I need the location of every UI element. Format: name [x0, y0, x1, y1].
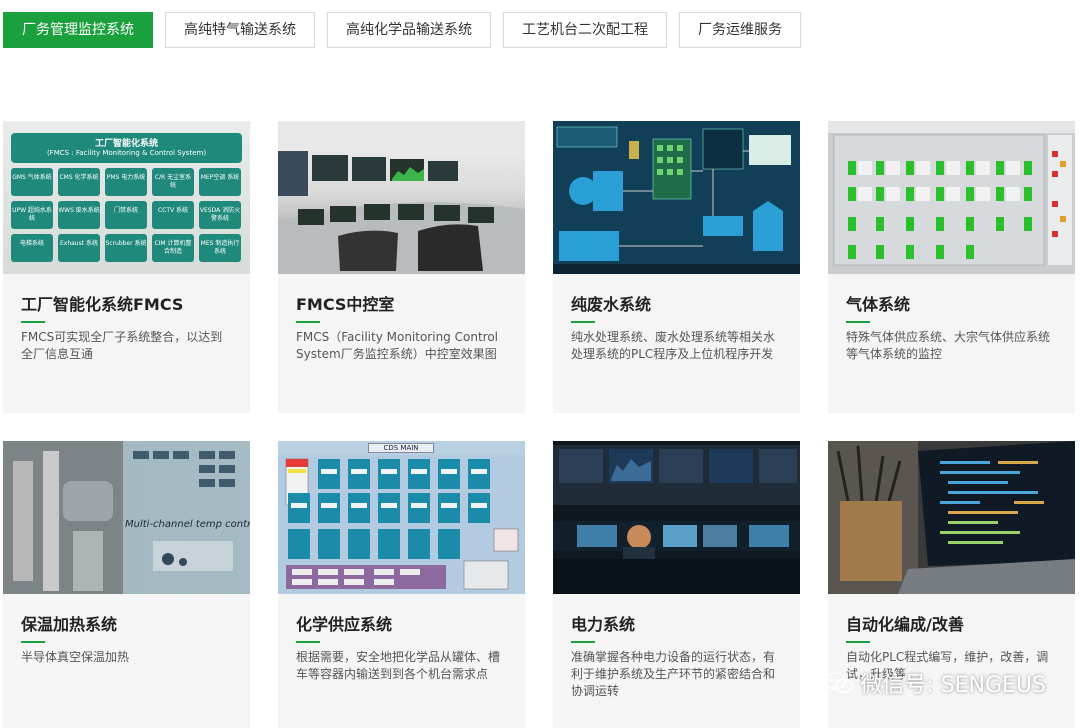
heating-image: Multi-channel temp control	[3, 441, 250, 594]
card-description: 特殊气体供应系统、大宗气体供应系统等气体系统的监控	[846, 330, 1051, 361]
card-power[interactable]: 电力系统 准确掌握各种电力设备的运行状态，有利于维护系统及生产环节的紧密结合和协…	[553, 441, 800, 728]
fmcs-module: VESDA 消防火警系统	[199, 201, 241, 229]
title-underline	[296, 641, 320, 643]
automation-laptop-image	[828, 441, 1075, 594]
card-description: 半导体真空保温加热	[21, 650, 130, 664]
card-title: 化学供应系统	[296, 615, 393, 634]
fmcs-module: C/R 无尘室系统	[152, 168, 194, 196]
title-underline	[296, 321, 320, 323]
control-room-image	[278, 121, 525, 274]
fmcs-module-grid: GMS 气体系统 CMS 化学系统 PMS 电力系统 C/R 无尘室系统 MEP…	[11, 168, 242, 262]
card-control-room[interactable]: FMCS中控室 FMCS（Facility Monitoring Control…	[278, 121, 525, 413]
chemical-scada-image: CDS MAIN	[278, 441, 525, 594]
title-underline	[571, 641, 595, 643]
card-fmcs[interactable]: 工厂智能化系统 (FMCS : Facility Monitoring & Co…	[3, 121, 250, 413]
fmcs-subheading: (FMCS : Facility Monitoring & Control Sy…	[46, 149, 207, 157]
card-title: 工厂智能化系统FMCS	[21, 295, 184, 314]
fmcs-diagram-image: 工厂智能化系统 (FMCS : Facility Monitoring & Co…	[3, 121, 250, 274]
fmcs-module: MEP空调 系统	[199, 168, 241, 196]
card-gas-system[interactable]: 气体系统 特殊气体供应系统、大宗气体供应系统等气体系统的监控	[828, 121, 1075, 413]
title-underline	[846, 641, 870, 643]
card-description: 根据需要，安全地把化学品从罐体、槽车等容器内输送到到各个机台需求点	[296, 650, 501, 681]
tab-om-service[interactable]: 厂务运维服务	[679, 12, 801, 48]
card-title: FMCS中控室	[296, 295, 395, 314]
water-scada-image	[553, 121, 800, 274]
watermark-text: 微信号: SENGEUS	[860, 673, 1046, 698]
card-chemical[interactable]: CDS MAIN 化学供应系统 根据需要，安全地把化学品从罐体、槽车等容器内输送…	[278, 441, 525, 728]
title-underline	[571, 321, 595, 323]
card-description: 纯水处理系统、废水处理系统等相关水处理系统的PLC程序及上位机程序开发	[571, 330, 776, 361]
title-underline	[21, 321, 45, 323]
wechat-icon	[824, 672, 854, 694]
fmcs-module: WWS 废水系统	[58, 201, 100, 229]
power-control-room-image	[553, 441, 800, 594]
title-underline	[21, 641, 45, 643]
category-tabs: 厂务管理监控系统 高纯特气输送系统 高纯化学品输送系统 工艺机台二次配工程 厂务…	[3, 12, 813, 48]
cds-main-title: CDS MAIN	[368, 443, 434, 453]
fmcs-module: 电梯系统	[11, 234, 53, 262]
fmcs-module: CMS 化学系统	[58, 168, 100, 196]
fmcs-module: Scrubber 系统	[105, 234, 147, 262]
card-title: 气体系统	[846, 295, 911, 314]
title-underline	[846, 321, 870, 323]
card-water-system[interactable]: 纯废水系统 纯水处理系统、废水处理系统等相关水处理系统的PLC程序及上位机程序开…	[553, 121, 800, 413]
gas-monitor-image	[828, 121, 1075, 274]
card-description: 准确掌握各种电力设备的运行状态，有利于维护系统及生产环节的紧密结合和协调运转	[571, 650, 776, 698]
fmcs-module: MES 制造执行系统	[199, 234, 241, 262]
fmcs-module: 门禁系统	[105, 201, 147, 229]
fmcs-module: GMS 气体系统	[11, 168, 53, 196]
fmcs-module: CIM 计算机整合制造	[152, 234, 194, 262]
card-heating[interactable]: Multi-channel temp control 保温加热系统 半导体真空保…	[3, 441, 250, 728]
fmcs-module: PMS 电力系统	[105, 168, 147, 196]
fmcs-heading: 工厂智能化系统	[94, 139, 158, 149]
wechat-watermark: 微信号: SENGEUS	[824, 667, 1046, 699]
card-title: 自动化编成/改善	[846, 615, 964, 634]
tab-fmcs[interactable]: 厂务管理监控系统	[3, 12, 153, 48]
card-description: FMCS（Facility Monitoring Control System厂…	[296, 330, 498, 361]
tab-specialty-gas[interactable]: 高纯特气输送系统	[165, 12, 315, 48]
heating-image-caption: Multi-channel temp control	[125, 519, 250, 530]
card-title: 保温加热系统	[21, 615, 118, 634]
fmcs-module: Exhaust 系统	[58, 234, 100, 262]
tab-tool-hookup[interactable]: 工艺机台二次配工程	[503, 12, 667, 48]
fmcs-module: CCTV 系统	[152, 201, 194, 229]
card-title: 电力系统	[571, 615, 636, 634]
card-description: FMCS可实现全厂子系统整合，以达到全厂信息互通	[21, 330, 223, 361]
tab-chemical-delivery[interactable]: 高纯化学品输送系统	[327, 12, 491, 48]
card-title: 纯废水系统	[571, 295, 652, 314]
fmcs-module: UPW 超纯水系统	[11, 201, 53, 229]
